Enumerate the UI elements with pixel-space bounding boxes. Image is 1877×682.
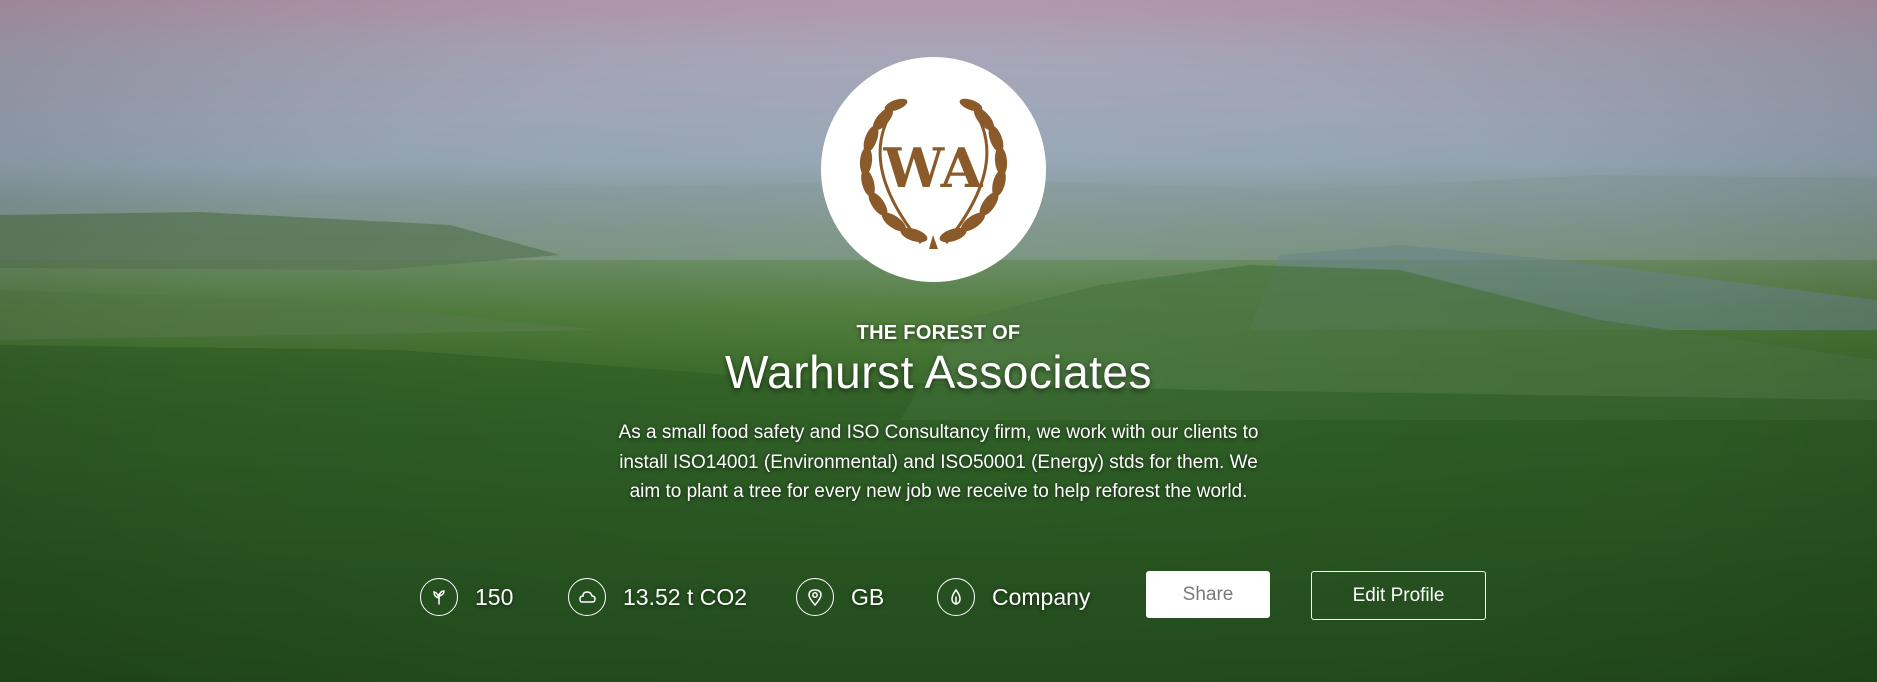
edit-profile-button[interactable]: Edit Profile: [1311, 571, 1486, 620]
sapling-icon: [420, 578, 458, 616]
stat-location: GB: [796, 577, 884, 617]
cloud-icon: [568, 578, 606, 616]
share-button[interactable]: Share: [1146, 571, 1270, 618]
forest-eyebrow: THE FOREST OF: [856, 322, 1021, 344]
stat-type: Company: [937, 577, 1090, 617]
profile-hero: WA THE FOREST OF Warhurst Associates As …: [0, 0, 1877, 682]
profile-name: Warhurst Associates: [724, 346, 1153, 398]
svg-text:WA: WA: [882, 136, 983, 200]
stat-trees: 150: [420, 577, 513, 617]
co2-offset-value: 13.52 t CO2: [623, 583, 748, 610]
company-logo: WA: [821, 57, 1046, 282]
trees-planted-count: 150: [475, 583, 514, 610]
map-pin-icon: [796, 578, 834, 616]
profile-description: As a small food safety and ISO Consultan…: [618, 422, 1259, 502]
company-icon: [937, 578, 975, 616]
account-type-value: Company: [992, 583, 1091, 610]
stat-co2: 13.52 t CO2: [568, 577, 747, 617]
location-value: GB: [851, 583, 885, 610]
